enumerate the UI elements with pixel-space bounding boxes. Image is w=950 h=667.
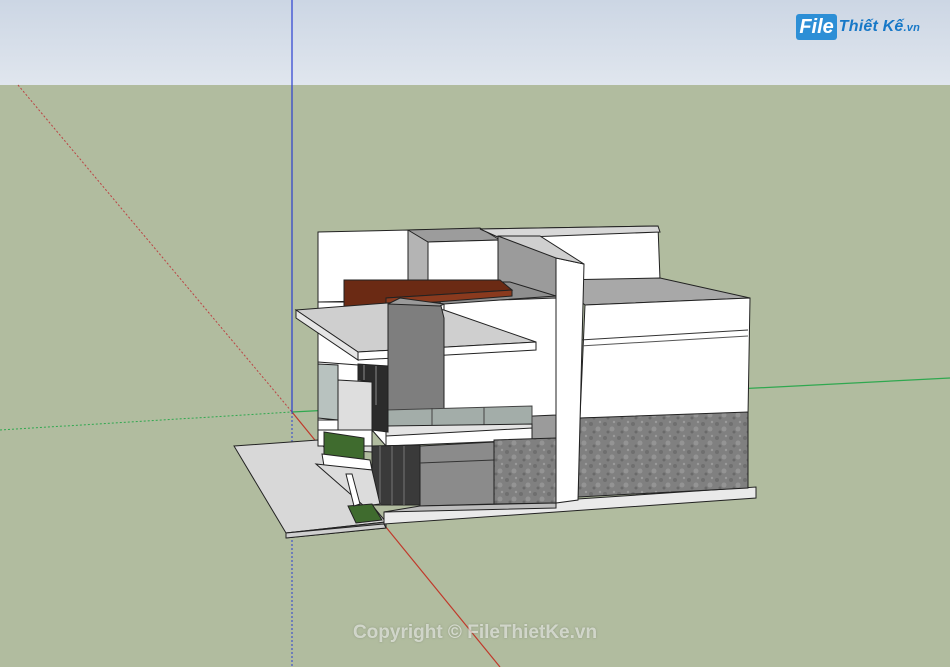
logo-tld: .vn: [903, 22, 920, 34]
modeling-viewport[interactable]: File Thiết Kế.vn Copyright © FileThietKe…: [0, 0, 950, 667]
brand-logo: File Thiết Kế.vn: [796, 12, 920, 42]
3d-scene[interactable]: [0, 0, 950, 667]
logo-text: Thiết Kế: [838, 18, 904, 35]
house-model[interactable]: [233, 225, 757, 539]
logo-badge: File: [796, 14, 837, 40]
logo-name: Thiết Kế.vn: [839, 18, 920, 36]
copyright-watermark: Copyright © FileThietKe.vn: [352, 622, 598, 643]
